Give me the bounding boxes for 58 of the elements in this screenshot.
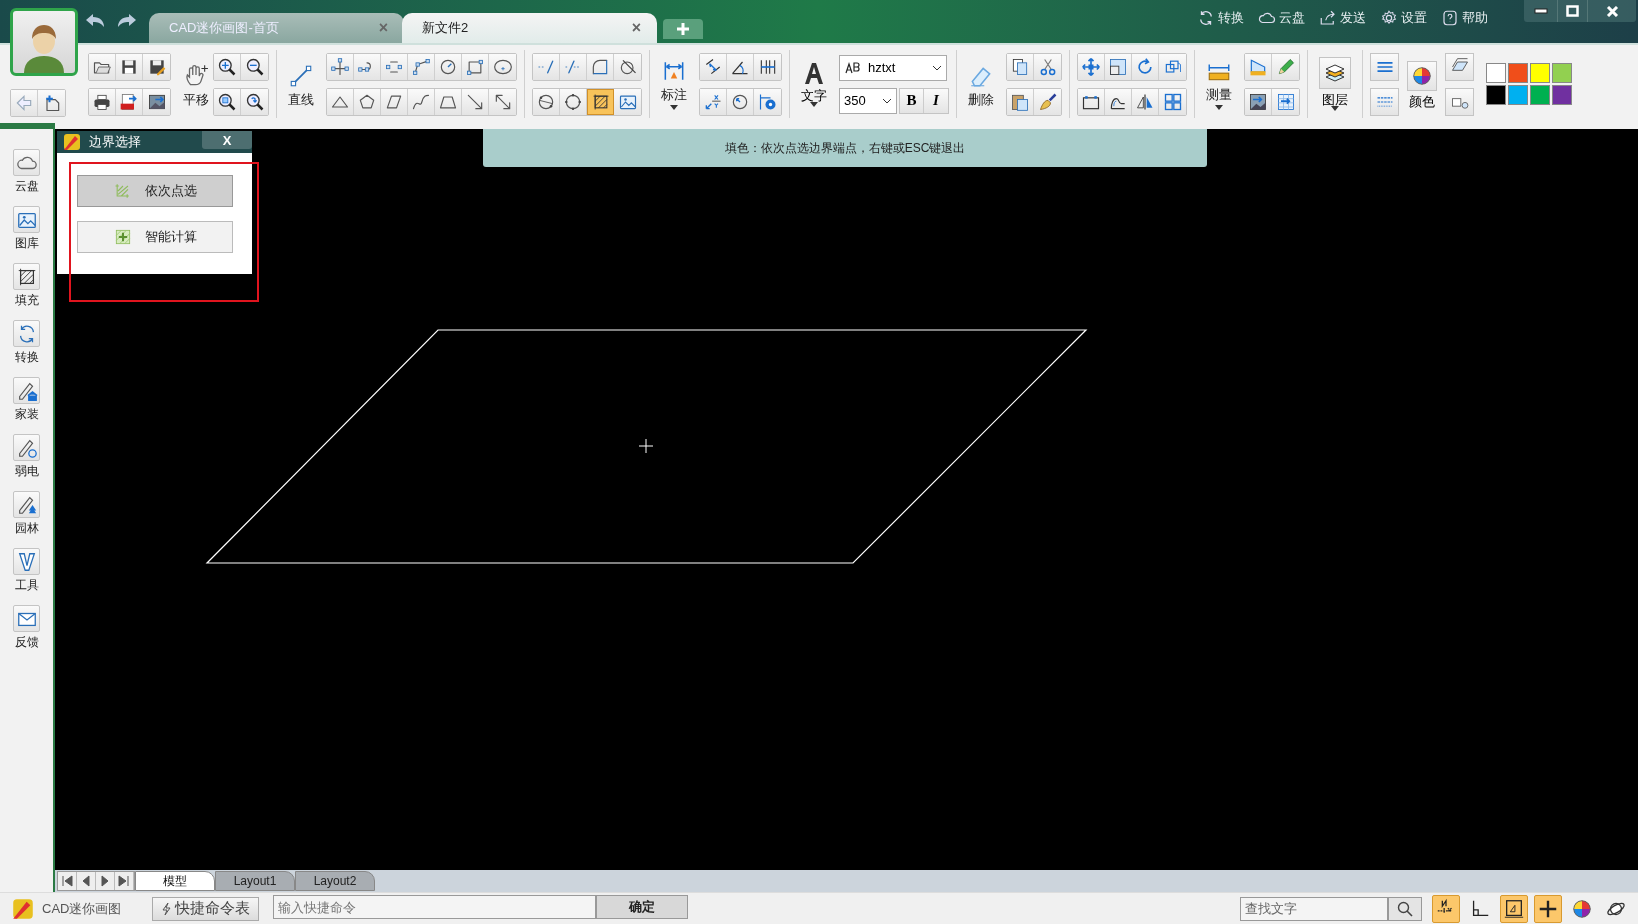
layers-label: 图层: [1322, 93, 1348, 106]
line-label: 直线: [288, 92, 314, 106]
layers-tool[interactable]: 图层: [1315, 51, 1355, 117]
sidebar-label: 图库: [14, 237, 39, 249]
dialog-option-button[interactable]: 智能计算: [76, 221, 233, 253]
sidebar-label: 云盘: [14, 180, 39, 192]
italic-button[interactable]: I: [924, 88, 948, 113]
settings-link[interactable]: 设置: [1380, 8, 1427, 28]
sidebar-label: 工具: [14, 579, 39, 591]
font-size-select[interactable]: 350: [839, 87, 897, 114]
layout-tab[interactable]: Layout2: [295, 871, 375, 891]
document-tab[interactable]: 新文件2 ×: [402, 13, 657, 43]
font-size-value: 350: [844, 91, 867, 110]
sidebar-label: 转换: [14, 351, 39, 363]
link-label: 帮助: [1462, 9, 1488, 27]
pan-tool[interactable]: 平移: [179, 51, 213, 117]
shortcut-list-button[interactable]: 快捷命令表: [152, 896, 259, 921]
link-label: 云盘: [1279, 9, 1305, 27]
dimension-label: 标注: [661, 88, 687, 101]
link-label: 设置: [1401, 9, 1427, 27]
share-link[interactable]: 发送: [1319, 8, 1366, 28]
sidebar-label: 家装: [14, 408, 39, 420]
dialog-option-button[interactable]: 依次点选: [76, 175, 233, 207]
dimension-tool[interactable]: 标注: [657, 51, 691, 117]
sidebar-label: 反馈: [14, 636, 39, 648]
ruler-label: 测量: [1206, 88, 1232, 101]
sidebar-label: 园林: [14, 522, 39, 534]
confirm-button[interactable]: 确定: [596, 895, 688, 919]
help-link[interactable]: 帮助: [1441, 8, 1488, 28]
text-label: 文字: [801, 89, 827, 102]
refresh-link[interactable]: 转换: [1197, 8, 1244, 28]
eraser-label: 删除: [968, 92, 994, 106]
dialog-title: 边界选择: [89, 133, 142, 152]
line-tool[interactable]: 直线: [284, 51, 318, 117]
layout-tab[interactable]: Layout1: [215, 871, 295, 891]
pan-label: 平移: [183, 92, 209, 106]
bold-button[interactable]: B: [900, 88, 924, 113]
link-label: 转换: [1218, 9, 1244, 27]
layout-tab[interactable]: 模型: [135, 871, 215, 891]
link-label: 发送: [1340, 9, 1366, 27]
sidebar-label: 弱电: [14, 465, 39, 477]
tab-close-button[interactable]: ×: [631, 16, 641, 40]
font-value: hztxt: [868, 58, 897, 77]
text-tool[interactable]: 文字: [797, 51, 831, 117]
cloud-link[interactable]: 云盘: [1258, 8, 1305, 28]
tab-title: CAD迷你画图-首页: [169, 19, 279, 38]
hint-text: 填色：依次点选边界端点，右键或ESC键退出: [724, 140, 966, 157]
tab-title: 新文件2: [422, 19, 469, 38]
eraser-tool[interactable]: 删除: [964, 51, 998, 117]
app-name: CAD迷你画图: [42, 899, 123, 918]
ruler-tool[interactable]: 测量: [1202, 51, 1236, 117]
search-text-input[interactable]: 查找文字: [1240, 896, 1388, 921]
color-tool[interactable]: 颜色: [1399, 51, 1445, 117]
font-select[interactable]: hztxt: [839, 54, 947, 81]
command-input[interactable]: 输入快捷命令: [273, 895, 596, 919]
sidebar-label: 填充: [14, 294, 39, 306]
dialog-close-button[interactable]: X: [202, 131, 252, 149]
color-label: 颜色: [1409, 94, 1435, 108]
